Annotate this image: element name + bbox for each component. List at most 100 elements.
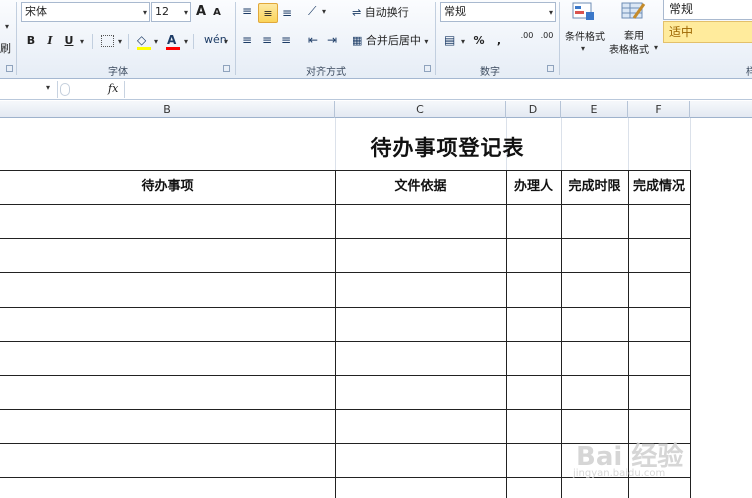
formula-input[interactable] [124,81,752,98]
comma-style-button[interactable]: , [494,31,504,51]
border-icon[interactable] [101,35,114,47]
font-launcher-icon[interactable] [223,65,230,72]
conditional-format-button[interactable]: 条件格式 [565,28,605,43]
group-separator [559,2,560,75]
format-as-table-icon[interactable] [620,0,646,22]
formula-bar: ▾ fx [0,80,752,100]
number-format-select[interactable]: 常规 ▾ [440,2,556,22]
cell-style-neutral[interactable]: 适中 [663,21,752,43]
accounting-format-icon[interactable]: ▤ [444,30,455,50]
column-header-f[interactable]: F [628,101,690,118]
orientation-dropdown-caret[interactable]: ▾ [322,7,326,16]
table-row [0,307,690,308]
align-center-icon[interactable]: ≡ [262,30,272,50]
cell-style-normal[interactable]: 常规 [663,0,752,20]
shrink-font-button[interactable]: A [211,3,223,23]
name-box[interactable]: ▾ [0,81,58,98]
font-size-select[interactable]: 12 ▾ [151,2,191,22]
increase-decimal-button[interactable]: .00 [518,31,536,51]
column-header-d[interactable]: D [506,101,561,118]
clipboard-launcher-icon[interactable] [6,65,13,72]
format-painter-label[interactable]: 刷 [0,40,11,56]
table-row [0,341,690,342]
font-name-value: 宋体 [25,5,47,18]
alignment-launcher-icon[interactable] [424,65,431,72]
grow-font-label: A [195,4,207,19]
watermark-url: jingyan.baidu.com [573,468,666,479]
chevron-down-icon: ▾ [424,37,429,46]
group-separator [16,2,17,75]
header-cell-handler[interactable]: 办理人 [506,170,561,204]
format-as-table-label-2[interactable]: 表格格式 [609,41,649,56]
number-format-value: 常规 [444,5,466,18]
orientation-icon[interactable]: ⟋ [308,1,316,21]
align-top-icon[interactable]: ≡ [242,1,252,21]
italic-button[interactable]: I [44,31,56,51]
divider [128,34,129,49]
format-as-table-label-1[interactable]: 套用 [624,27,644,42]
underline-label: U [64,34,74,47]
phonetic-dropdown-caret[interactable]: ▾ [224,37,228,46]
wrap-text-label: 自动换行 [364,6,409,19]
underline-button[interactable]: U [62,31,76,51]
chevron-down-icon: ▾ [548,8,553,17]
number-launcher-icon[interactable] [547,65,554,72]
merge-center-label: 合并后居中 [365,34,421,47]
column-header-b[interactable]: B [0,101,335,118]
percent-button[interactable]: % [472,31,486,51]
insert-function-icon[interactable]: fx [108,82,118,95]
column-header-g[interactable] [690,101,752,118]
bold-button[interactable]: B [24,31,38,51]
sheet-title[interactable]: 待办事项登记表 [335,132,560,162]
table-row [0,409,690,410]
font-color-dropdown-caret[interactable]: ▾ [184,37,188,46]
align-right-icon[interactable]: ≡ [281,30,291,50]
column-header-c[interactable]: C [335,101,506,118]
table-border [0,204,690,205]
styles-group-label: 样 [746,67,752,78]
decrease-decimal-button[interactable]: .00 [538,31,556,51]
accounting-dropdown-caret[interactable]: ▾ [461,37,465,46]
formula-bar-handle[interactable] [60,83,70,96]
table-border [335,170,336,498]
wrap-text-button[interactable]: ⇌ 自动换行 [352,3,409,23]
table-row [0,238,690,239]
divider [92,34,93,49]
merge-center-button[interactable]: ▦ 合并后居中 ▾ [352,31,428,51]
align-bottom-icon[interactable]: ≡ [282,3,292,23]
bold-label: B [26,34,36,47]
grow-font-button[interactable]: A [194,2,208,22]
header-cell-document[interactable]: 文件依据 [335,170,506,204]
header-cell-deadline[interactable]: 完成时限 [561,170,628,204]
chevron-down-icon: ▾ [142,8,147,17]
fill-color-swatch [137,47,151,50]
chevron-down-icon: ▾ [183,8,188,17]
gridline [690,118,691,170]
increase-decimal-label: .00 [520,31,534,40]
name-box-dropdown-icon[interactable]: ▾ [46,83,50,92]
fill-color-dropdown-caret[interactable]: ▾ [154,37,158,46]
merge-cells-icon: ▦ [352,34,363,47]
format-as-table-caret[interactable]: ▾ [654,43,658,52]
align-middle-button[interactable]: ≡ [258,3,278,23]
border-dropdown-caret[interactable]: ▾ [118,37,122,46]
font-name-select[interactable]: 宋体 ▾ [21,2,150,22]
gridline [561,118,562,170]
paste-dropdown-caret[interactable]: ▾ [5,22,9,31]
percent-label: % [473,34,485,47]
header-cell-status[interactable]: 完成情况 [628,170,690,204]
increase-indent-icon[interactable]: ⇥ [327,30,337,50]
conditional-format-icon[interactable] [571,0,597,22]
font-group-label: 字体 [108,67,128,78]
shrink-font-label: A [213,7,221,18]
table-border [0,170,690,171]
align-middle-icon: ≡ [263,7,273,20]
underline-dropdown-caret[interactable]: ▾ [80,37,84,46]
decrease-indent-icon[interactable]: ⇤ [308,30,318,50]
header-cell-todo[interactable]: 待办事项 [0,170,335,204]
column-header-e[interactable]: E [561,101,628,118]
conditional-format-caret[interactable]: ▾ [581,44,585,53]
align-left-icon[interactable]: ≡ [242,30,252,50]
font-size-value: 12 [155,5,169,18]
worksheet[interactable]: 待办事项登记表 待办事项 文件依据 办理人 完成时限 完成情况 Bai 经验 j… [0,118,752,498]
